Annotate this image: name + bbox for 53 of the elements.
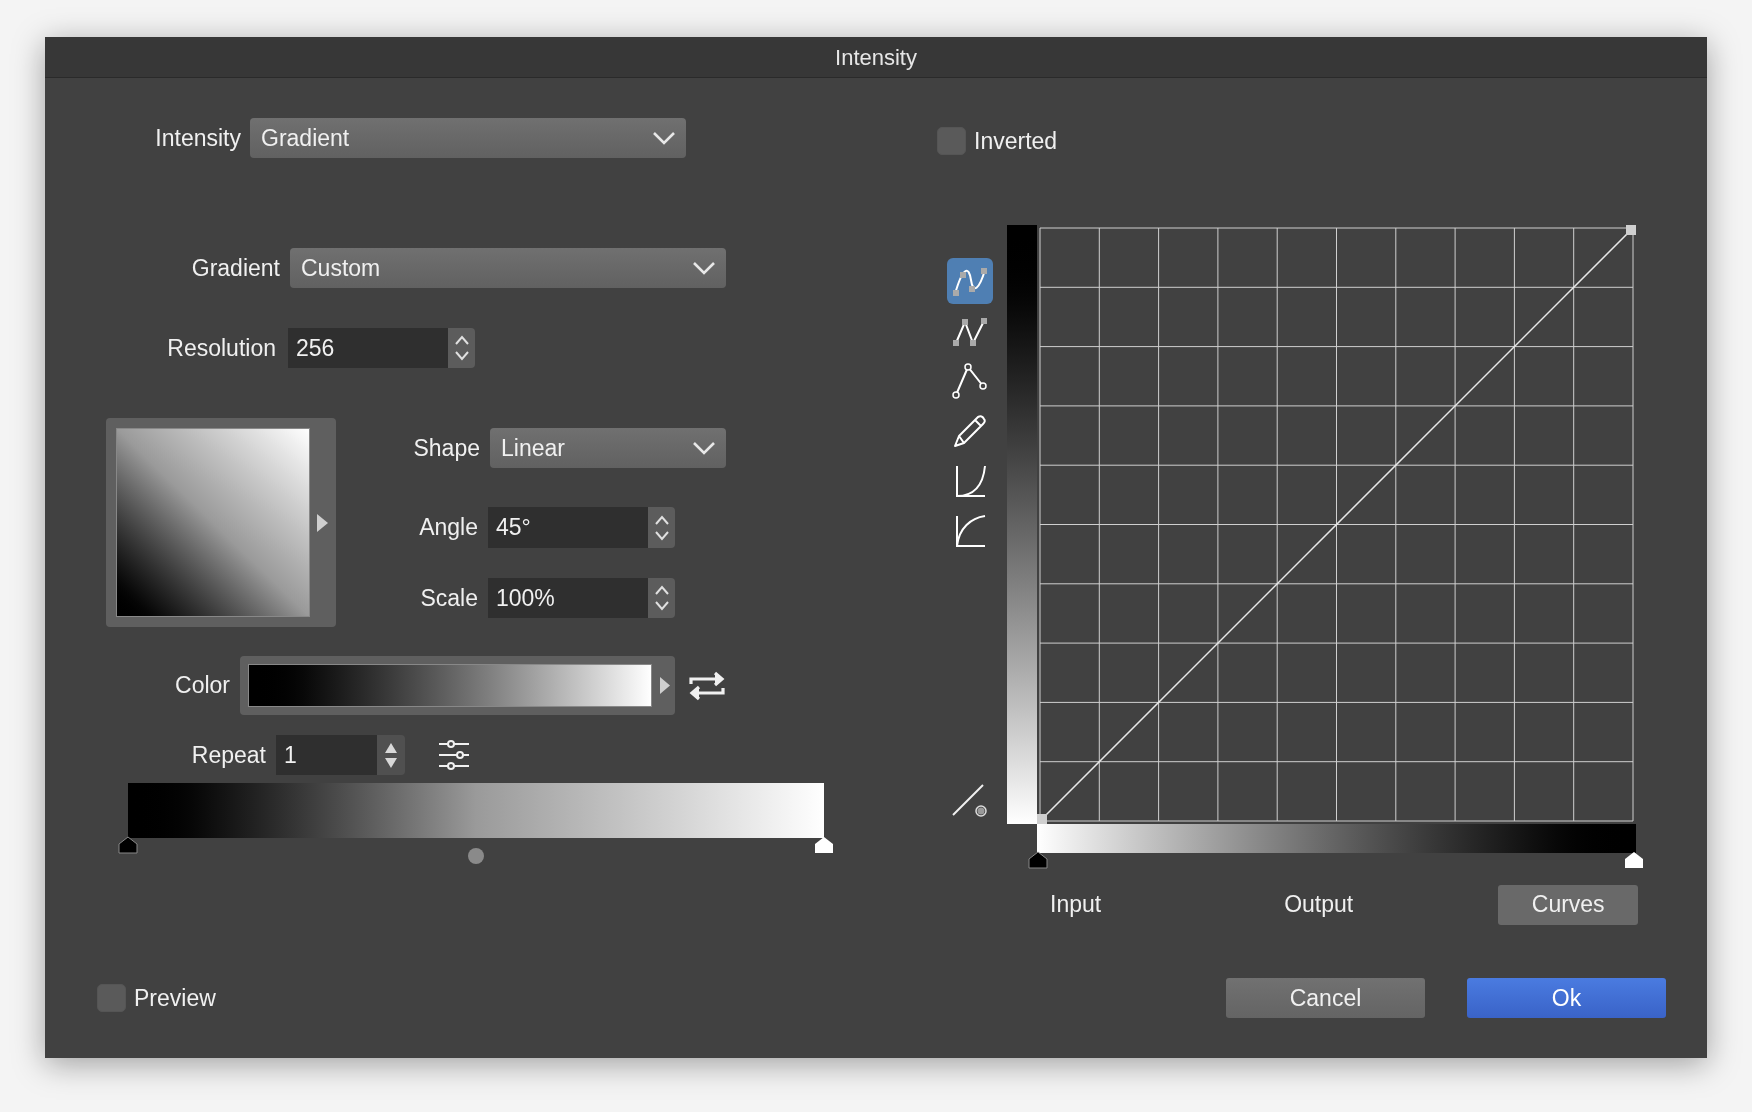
field-label: Shape (413, 433, 480, 463)
window-title: Intensity (835, 43, 917, 72)
field-label: Gradient (191, 253, 280, 283)
field-label: Repeat (191, 740, 266, 770)
expand-arrow-icon[interactable] (317, 513, 328, 532)
field-label: Color (175, 671, 230, 701)
up-down-chevron-icon (653, 584, 670, 612)
input-range-handle[interactable] (1028, 850, 1048, 869)
chevron-down-icon (652, 131, 676, 145)
checkbox-label: Preview (134, 983, 216, 1013)
angle-input[interactable]: 45° (488, 507, 648, 548)
resolution-input[interactable]: 256 (288, 328, 448, 368)
chevron-down-icon (692, 441, 716, 455)
chevron-down-icon (692, 261, 716, 275)
up-down-chevron-icon (453, 334, 470, 362)
preset-dropdown[interactable]: Custom (290, 248, 726, 288)
cancel-button[interactable]: Cancel (1226, 978, 1425, 1018)
gradient-preview-panel[interactable] (106, 418, 336, 627)
ok-button[interactable]: Ok (1467, 978, 1666, 1018)
field-label: Scale (420, 583, 478, 613)
stepper-button[interactable] (648, 507, 675, 548)
inverted-checkbox[interactable] (937, 127, 966, 156)
curve-channel-tab[interactable]: Output (1279, 884, 1359, 925)
curve-point-handle[interactable] (1626, 224, 1636, 235)
field-label: Angle (419, 513, 478, 543)
sliders-icon[interactable] (438, 740, 470, 770)
color-stop-handle[interactable] (118, 836, 138, 854)
swap-arrows-icon[interactable] (688, 669, 726, 702)
up-triangle-icon (385, 742, 397, 753)
checkbox-label: Inverted (974, 127, 1058, 156)
curve-point-handle[interactable] (1037, 813, 1047, 824)
stepper-button[interactable] (648, 578, 675, 618)
down-triangle-icon (385, 757, 397, 768)
preview-checkbox[interactable] (97, 984, 126, 1012)
curve-channel-tab[interactable]: Curves (1498, 884, 1639, 925)
node-path-icon (951, 361, 989, 400)
scale-input[interactable]: 100% (488, 578, 648, 618)
curve-tool-button[interactable] (947, 257, 993, 304)
shape-dropdown[interactable]: Linear (490, 428, 726, 468)
curve-channel-tab[interactable]: Input (1045, 884, 1107, 925)
field-label: Intensity (155, 123, 241, 153)
stepper-button[interactable] (448, 328, 475, 368)
expand-arrow-icon[interactable] (660, 677, 670, 694)
midpoint-handle[interactable] (468, 848, 484, 864)
color-stop-handle[interactable] (814, 836, 834, 854)
field-label: Resolution (167, 333, 276, 363)
stepper-button[interactable] (377, 735, 405, 775)
color-gradient-swatch[interactable] (240, 656, 675, 715)
reset-line-icon[interactable] (952, 781, 988, 818)
mode-dropdown[interactable]: Gradient (250, 118, 686, 158)
up-down-chevron-icon (653, 513, 670, 542)
input-range-handle[interactable] (1624, 850, 1644, 869)
repeat-input[interactable]: 1 (276, 735, 377, 775)
